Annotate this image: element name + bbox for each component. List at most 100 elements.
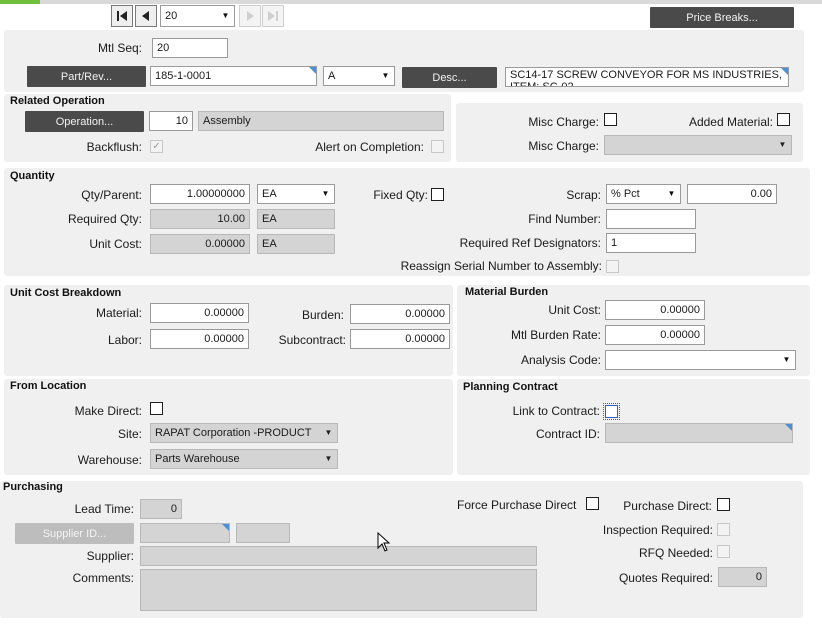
mouse-cursor-icon [377, 532, 391, 552]
comments-label: Comments: [72, 571, 134, 585]
supplier-name-field [140, 546, 537, 566]
planning-contract-title: Planning Contract [463, 381, 558, 393]
mtl-burden-rate-input[interactable]: 0.00000 [605, 325, 705, 345]
comments-field[interactable] [140, 569, 537, 611]
scrap-value-input[interactable]: 0.00 [687, 184, 777, 204]
purchase-direct-label: Purchase Direct: [623, 499, 712, 513]
next-record-button[interactable] [239, 5, 261, 27]
unit-cost-label: Unit Cost: [89, 237, 142, 251]
site-label: Site: [117, 427, 142, 441]
unit-cost-field: 0.00000 [150, 234, 250, 254]
lookup-corner-icon [781, 68, 788, 75]
contract-id-field[interactable] [605, 423, 793, 443]
mtl-seq-label: Mtl Seq: [97, 41, 142, 55]
scrap-type-value: % Pct [611, 188, 640, 200]
force-purchase-direct-checkbox[interactable] [586, 497, 599, 510]
next-record-icon [247, 11, 254, 21]
operation-description-field: Assembly [198, 111, 444, 131]
burden-unit-cost-input[interactable]: 0.00000 [605, 300, 705, 320]
chevron-down-icon[interactable]: ▼ [377, 67, 394, 85]
analysis-code-combo[interactable]: ▼ [605, 350, 796, 370]
revision-value: A [328, 70, 336, 82]
subcontract-cost-input[interactable]: 0.00000 [350, 329, 450, 349]
burden-label: Burden: [301, 308, 344, 322]
link-to-contract-label: Link to Contract: [512, 404, 600, 418]
from-location-title: From Location [10, 380, 87, 392]
scrap-type-combo[interactable]: % Pct ▼ [606, 184, 681, 204]
material-burden-title: Material Burden [465, 286, 549, 298]
link-to-contract-checkbox[interactable] [603, 403, 620, 420]
lead-time-label: Lead Time: [74, 502, 134, 516]
required-qty-uom-field: EA [257, 209, 335, 229]
added-material-label: Added Material: [688, 115, 773, 129]
chevron-down-icon[interactable]: ▼ [320, 424, 337, 442]
labor-cost-input[interactable]: 0.00000 [150, 329, 249, 349]
required-ref-designators-label: Required Ref Designators: [459, 236, 601, 250]
site-value: RAPAT Corporation -PRODUCT [155, 427, 312, 439]
misc-charge-combo[interactable]: ▼ [604, 135, 792, 155]
part-rev-button[interactable]: Part/Rev... [27, 66, 146, 87]
supplier-label: Supplier: [86, 549, 134, 563]
first-record-button[interactable] [111, 5, 133, 27]
quotes-required-field: 0 [718, 567, 767, 587]
analysis-code-label: Analysis Code: [520, 353, 601, 367]
description-input[interactable]: SC14-17 SCREW CONVEYOR FOR MS INDUSTRIES… [505, 67, 789, 87]
revision-combo[interactable]: A ▼ [323, 66, 395, 86]
purchase-direct-checkbox[interactable] [717, 498, 730, 511]
record-selector-combo[interactable]: 20 ▼ [160, 5, 235, 27]
qty-uom-combo[interactable]: EA ▼ [257, 184, 335, 204]
mtl-seq-input[interactable]: 20 [152, 38, 228, 58]
make-direct-label: Make Direct: [74, 404, 142, 418]
chevron-down-icon[interactable]: ▼ [778, 351, 795, 369]
warehouse-combo[interactable]: Parts Warehouse ▼ [150, 449, 338, 469]
burden-unit-cost-label: Unit Cost: [548, 303, 601, 317]
first-record-icon [117, 11, 127, 21]
scrap-label: Scrap: [566, 188, 601, 202]
part-number-input[interactable]: 185-1-0001 [150, 66, 317, 86]
force-purchase-direct-label: Force Purchase Direct [457, 498, 577, 512]
operation-button[interactable]: Operation... [25, 111, 144, 132]
price-breaks-button[interactable]: Price Breaks... [650, 7, 794, 28]
contract-id-label: Contract ID: [535, 427, 600, 441]
material-cost-input[interactable]: 0.00000 [150, 303, 249, 323]
chevron-down-icon[interactable]: ▼ [774, 136, 791, 154]
alert-on-completion-label: Alert on Completion: [315, 140, 424, 154]
misc-charge-combo-label: Misc Charge: [528, 139, 599, 153]
supplier-id-button[interactable]: Supplier ID... [15, 523, 134, 544]
lookup-corner-icon [785, 424, 792, 431]
reassign-serial-label: Reassign Serial Number to Assembly: [400, 259, 602, 273]
site-combo[interactable]: RAPAT Corporation -PRODUCT ▼ [150, 423, 338, 443]
fixed-qty-checkbox[interactable] [431, 188, 444, 201]
backflush-checkbox[interactable]: ✓ [150, 140, 163, 153]
burden-cost-input[interactable]: 0.00000 [350, 304, 450, 324]
supplier-extra-field [236, 523, 290, 543]
related-operation-title: Related Operation [10, 95, 105, 107]
operation-number-input[interactable]: 10 [149, 111, 193, 131]
last-record-button[interactable] [262, 5, 284, 27]
added-material-checkbox[interactable] [777, 113, 790, 126]
misc-charge-checkbox[interactable] [604, 113, 617, 126]
find-number-input[interactable] [606, 209, 696, 229]
top-strip [0, 0, 822, 4]
qty-uom-value: EA [262, 188, 277, 200]
chevron-down-icon[interactable]: ▼ [320, 450, 337, 468]
chevron-down-icon[interactable]: ▼ [317, 185, 334, 203]
material-label: Material: [95, 306, 142, 320]
subcontract-label: Subcontract: [278, 333, 346, 347]
warehouse-label: Warehouse: [77, 453, 142, 467]
supplier-id-field [140, 523, 230, 543]
make-direct-checkbox[interactable] [150, 402, 163, 415]
quotes-required-label: Quotes Required: [618, 571, 713, 585]
previous-record-button[interactable] [135, 5, 157, 27]
chevron-down-icon[interactable]: ▼ [663, 185, 680, 203]
chevron-down-icon[interactable]: ▼ [217, 6, 234, 26]
reassign-serial-checkbox[interactable] [606, 260, 619, 273]
qty-parent-input[interactable]: 1.00000000 [150, 184, 250, 204]
inspection-required-checkbox[interactable] [717, 523, 730, 536]
misc-charge-label: Misc Charge: [528, 115, 599, 129]
alert-on-completion-checkbox[interactable] [431, 140, 444, 153]
rfq-needed-checkbox[interactable] [717, 545, 730, 558]
lookup-corner-icon [309, 67, 316, 74]
desc-button[interactable]: Desc... [402, 67, 497, 88]
required-ref-designators-input[interactable]: 1 [606, 233, 696, 253]
